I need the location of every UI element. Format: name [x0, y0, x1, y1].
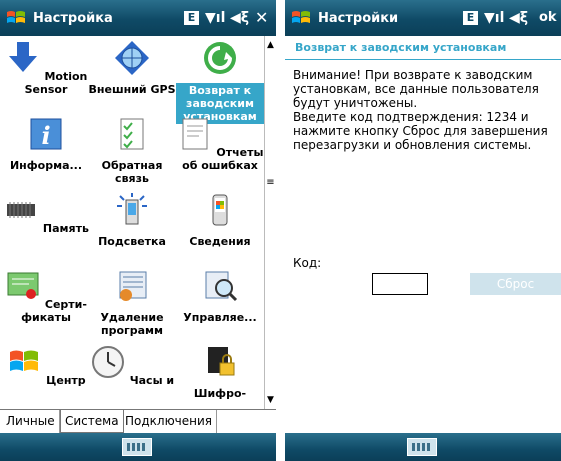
- grid-item-clock[interactable]: Часы и: [88, 344, 176, 387]
- grid-item-certificates[interactable]: Серти-фикаты: [2, 268, 90, 324]
- windows-start-icon[interactable]: [290, 7, 312, 29]
- remove-programs-icon: [119, 271, 147, 301]
- scroll-up-arrow-icon[interactable]: ▲: [265, 38, 276, 52]
- scroll-down-arrow-icon[interactable]: ▼: [265, 393, 276, 407]
- memory-icon: [7, 202, 36, 218]
- volume-icon[interactable]: ◀ξ: [230, 9, 249, 27]
- grid-item-info[interactable]: i Информа...: [2, 116, 90, 172]
- about-icon: [212, 194, 228, 226]
- encryption-icon: [208, 347, 235, 376]
- grid-item-feedback[interactable]: Обратная связь: [88, 116, 176, 185]
- error-report-icon: [182, 118, 208, 150]
- close-icon[interactable]: ✕: [255, 9, 268, 27]
- settings-grid: Motion Sensor Внешний GPS Возврат к заво…: [0, 36, 264, 409]
- svg-text:i: i: [41, 121, 50, 150]
- gps-icon: [115, 41, 149, 75]
- title-bar: Настройки E ▼ıl ◀ξ ok: [285, 0, 561, 36]
- grid-item-remove-programs[interactable]: Удаление программ: [88, 268, 176, 337]
- title-bar: Настройка E ▼ıl ◀ξ ✕: [0, 0, 276, 36]
- grid-item-backlight[interactable]: Подсветка: [88, 192, 176, 248]
- grid-item-windows-center[interactable]: Центр: [2, 344, 90, 387]
- ok-button[interactable]: ok: [539, 10, 557, 25]
- windows-center-icon: [10, 350, 39, 371]
- warning-message: Внимание! При возврате к заводским устан…: [293, 68, 555, 152]
- grid-item-error-reports[interactable]: Отчеты об ошибках: [176, 116, 264, 172]
- grid-item-motion-sensor[interactable]: Motion Sensor: [2, 40, 90, 96]
- managed-icon: [205, 271, 238, 302]
- scroll-thumb[interactable]: ≡: [266, 176, 275, 190]
- code-input[interactable]: [372, 273, 428, 295]
- certificates-icon: [7, 272, 39, 299]
- tab-strip: Личные Система Подключения: [0, 409, 276, 433]
- grid-item-factory-reset[interactable]: Возврат к заводским установкам: [176, 40, 264, 124]
- warning-text: Внимание! При возврате к заводским устан…: [293, 68, 539, 110]
- grid-item-encryption[interactable]: Шифро-: [176, 344, 264, 400]
- instruction-text: Введите код подтверждения: 1234 и нажмит…: [293, 110, 548, 152]
- feedback-icon: [120, 118, 144, 150]
- screen-divider: [276, 0, 285, 461]
- info-icon: i: [30, 118, 62, 150]
- tab-connections[interactable]: Подключения: [121, 410, 218, 433]
- reset-button[interactable]: Сброс: [470, 273, 561, 295]
- code-label: Код:: [293, 256, 322, 270]
- grid-item-about[interactable]: Сведения: [176, 192, 264, 248]
- clock-icon: [91, 346, 124, 378]
- edge-network-icon[interactable]: E: [184, 11, 199, 25]
- page-subheader: Возврат к заводским установкам: [285, 36, 561, 60]
- grid-item-managed[interactable]: Управляе...: [176, 268, 264, 324]
- window-title: Настройка: [33, 11, 113, 26]
- backlight-icon: [117, 193, 147, 225]
- volume-icon[interactable]: ◀ξ: [509, 9, 528, 27]
- grid-item-memory[interactable]: Память: [2, 192, 90, 235]
- tab-system[interactable]: Система: [60, 410, 124, 433]
- keyboard-icon[interactable]: [407, 438, 437, 456]
- motion-sensor-icon: [8, 42, 37, 72]
- windows-start-icon[interactable]: [5, 7, 27, 29]
- window-title: Настройки: [318, 11, 399, 26]
- vertical-scrollbar[interactable]: ▲ ≡ ▼: [264, 36, 276, 409]
- keyboard-icon[interactable]: [122, 438, 152, 456]
- settings-screen: Настройка E ▼ıl ◀ξ ✕ Motion Sensor Внешн…: [0, 0, 276, 461]
- signal-icon[interactable]: ▼ıl: [205, 9, 225, 27]
- factory-reset-icon: [204, 42, 236, 74]
- tab-personal[interactable]: Личные: [2, 410, 60, 433]
- factory-reset-screen: Настройки E ▼ıl ◀ξ ok Возврат к заводски…: [285, 0, 561, 461]
- edge-network-icon[interactable]: E: [463, 11, 478, 25]
- soft-key-bar: [285, 433, 561, 461]
- soft-key-bar: [0, 433, 276, 461]
- signal-icon[interactable]: ▼ıl: [484, 9, 504, 27]
- grid-item-external-gps[interactable]: Внешний GPS: [88, 40, 176, 96]
